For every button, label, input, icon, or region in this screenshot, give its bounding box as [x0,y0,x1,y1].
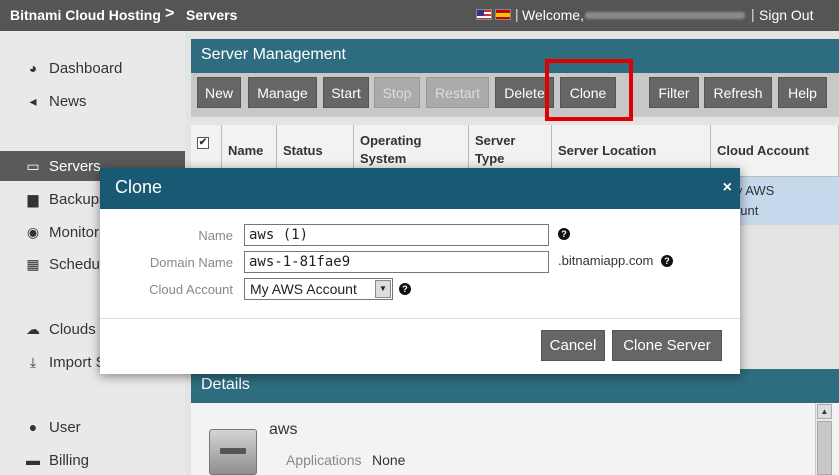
sidebar-item-dashboard[interactable]: ◕ Dashboard [0,53,185,83]
name-field[interactable]: aws (1) [244,224,549,246]
sidebar-item-label: Clouds [49,320,96,338]
domain-suffix: .bitnamiapp.com [558,253,654,268]
dialog-divider [100,318,740,319]
start-button[interactable]: Start [323,77,369,108]
details-header: Details [191,369,839,403]
sidebar-item-label: User [49,418,81,436]
filter-button[interactable]: Filter [649,77,699,108]
cloud-icon: ☁ [26,320,40,337]
es-flag-icon[interactable] [495,9,511,20]
help-icon[interactable]: ? [558,228,570,240]
sidebar-item-label: Servers [49,157,101,175]
help-icon[interactable]: ? [661,255,673,267]
eye-icon: ◉ [26,223,40,240]
chevron-down-icon[interactable]: ▼ [375,280,391,298]
stop-button[interactable]: Stop [374,77,420,108]
calendar-icon: ▦ [26,255,40,272]
domain-name-label: Domain Name [149,255,233,270]
server-image-icon [209,429,257,475]
breadcrumb-servers[interactable]: Servers [186,7,237,23]
clone-dialog: Clone × Name aws (1) ? Domain Name aws-1… [100,168,740,374]
dialog-header: Clone × [100,168,740,209]
scroll-thumb[interactable] [817,421,832,475]
cloud-account-select[interactable]: My AWS Account ▼ [244,278,393,300]
welcome-text: Welcome, [522,7,584,23]
archive-icon: ▆ [27,190,39,207]
breadcrumb-separator: > [165,5,175,22]
dialog-title: Clone [115,177,163,197]
sidebar-item-label: Billing [49,451,90,469]
sidebar-item-label: Backups [49,190,107,208]
credit-card-icon: ▬ [26,452,40,468]
details-scrollbar[interactable]: ▲ [815,403,832,475]
select-all-checkbox[interactable]: ✔ [197,137,209,149]
user-icon: ● [28,419,38,435]
sidebar-item-user[interactable]: ● User [0,412,185,442]
name-label: Name [198,228,233,243]
clone-highlight-box [545,59,633,121]
help-icon[interactable]: ? [399,283,411,295]
toolbar: New Manage Start Stop Restart Delete Clo… [191,73,839,117]
megaphone-icon: ◂ [29,92,37,109]
scroll-up-icon[interactable]: ▲ [817,404,832,419]
sign-out-link[interactable]: Sign Out [759,7,813,23]
new-button[interactable]: New [197,77,241,108]
cloud-account-label: Cloud Account [149,282,233,297]
close-icon[interactable]: × [723,179,732,197]
details-server-name: aws [269,421,298,438]
redacted-email [585,12,745,19]
sidebar-item-label: Dashboard [49,59,123,77]
sidebar-item-news[interactable]: ◂ News [0,86,185,116]
us-flag-icon[interactable] [476,9,492,20]
refresh-button[interactable]: Refresh [704,77,772,108]
divider: | [751,6,755,22]
import-icon: ⤓ [29,353,37,370]
divider: | [515,6,519,22]
server-management-header: Server Management [191,39,839,73]
breadcrumb-home[interactable]: Bitnami Cloud Hosting [10,7,161,23]
help-button[interactable]: Help [778,77,827,108]
restart-button[interactable]: Restart [426,77,489,108]
domain-name-field[interactable]: aws-1-81fae9 [244,251,549,273]
sidebar-item-label: News [49,92,87,110]
applications-value: None [372,452,406,468]
top-bar: Bitnami Cloud Hosting > Servers | Welcom… [0,0,839,31]
sidebar-item-billing[interactable]: ▬ Billing [0,445,185,475]
cloud-account-value: My AWS Account [250,281,357,297]
cancel-button[interactable]: Cancel [541,330,605,361]
dashboard-icon: ◕ [28,60,38,76]
applications-label: Applications [286,452,362,468]
manage-button[interactable]: Manage [248,77,317,108]
server-icon: ▭ [26,157,40,174]
clone-server-button[interactable]: Clone Server [612,330,722,361]
sidebar-item-label: Monitor [49,223,100,241]
